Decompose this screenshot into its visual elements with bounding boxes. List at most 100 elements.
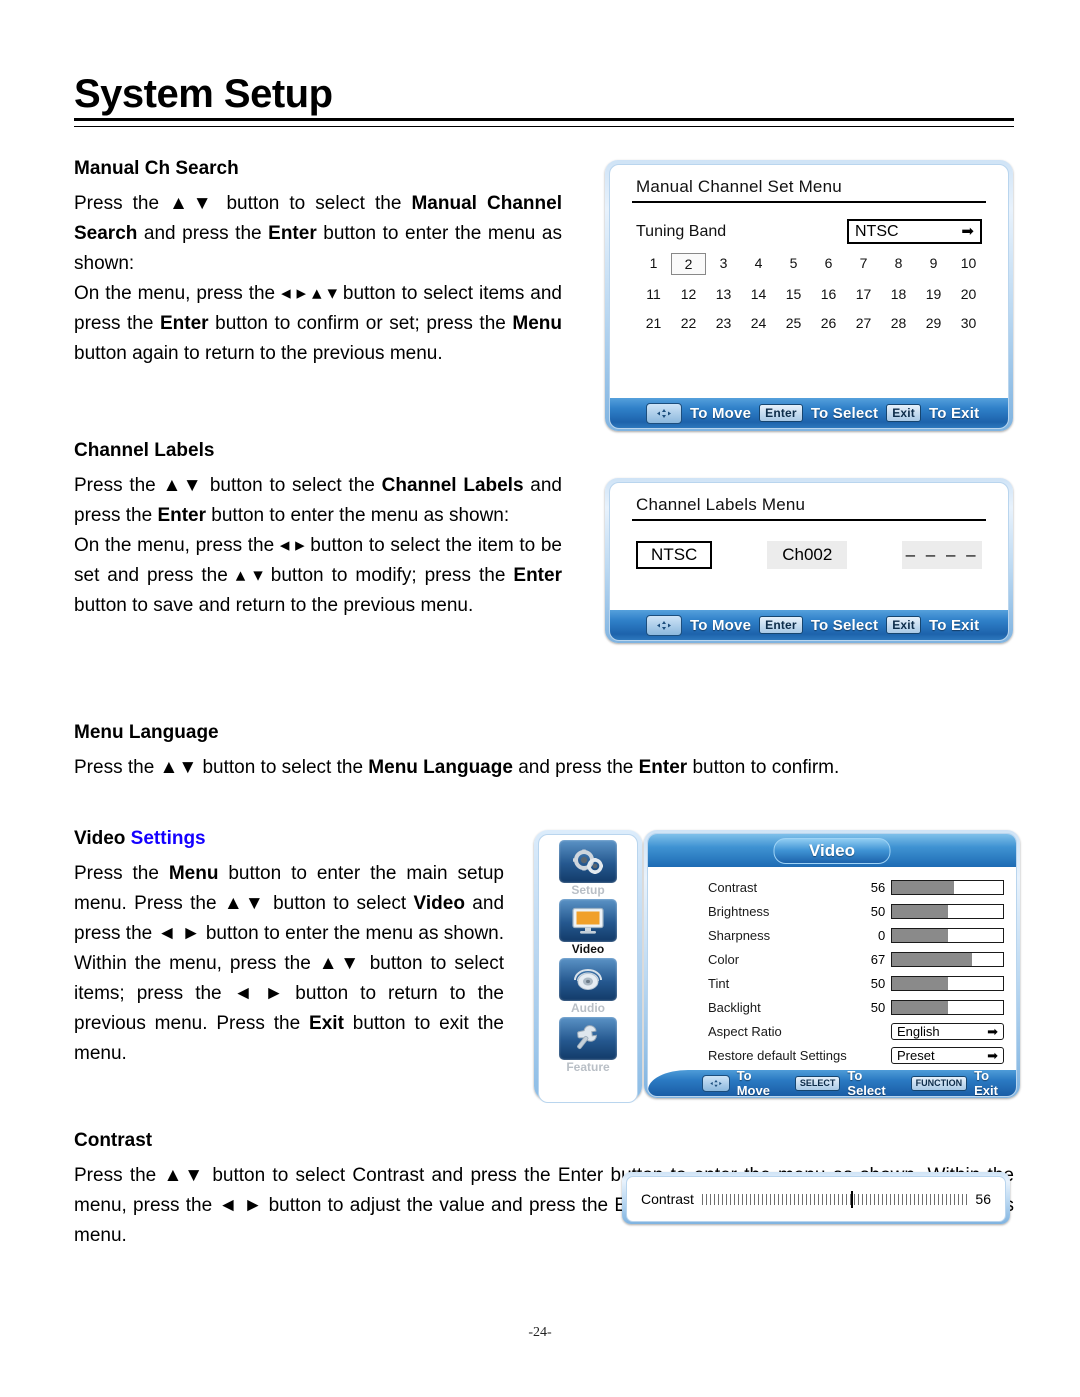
channel-cell[interactable]: 14 (741, 284, 776, 304)
setting-bar-fill (892, 904, 948, 918)
text-run: button to select (265, 893, 414, 914)
emphasis-run: Video (413, 893, 465, 914)
text-run: Press the (74, 863, 169, 884)
speaker-icon (559, 958, 617, 1001)
setting-select[interactable]: English ➡ (891, 1022, 1004, 1040)
channel-cell[interactable]: 19 (916, 284, 951, 304)
channel-cell[interactable]: 17 (846, 284, 881, 304)
text-run: button to select the (216, 193, 412, 214)
osd-sidebar-body: Setup Video Audio Feature (538, 834, 638, 1103)
dpad-icon (646, 614, 682, 636)
channel-field[interactable]: Ch002 (767, 541, 848, 569)
function-key-badge: FUNCTION (910, 1075, 968, 1091)
arrow-glyphs: ▲▼ (159, 757, 198, 778)
enter-key-badge: Enter (759, 404, 803, 422)
channel-cell[interactable]: 4 (741, 253, 776, 275)
category-item-feature[interactable]: Feature (557, 1017, 619, 1074)
video-settings-list[interactable]: Contrast 56 Brightness 50 Sharpness 0 Color 67 T… (648, 867, 1016, 1065)
setting-bar[interactable] (891, 975, 1004, 991)
setting-label: Aspect Ratio (708, 1023, 782, 1039)
channel-cell[interactable]: 12 (671, 284, 706, 304)
channel-cell[interactable]: 20 (951, 284, 986, 304)
setting-value: 50 (870, 975, 886, 991)
channel-cell[interactable]: 23 (706, 313, 741, 333)
channel-cell[interactable]: 22 (671, 313, 706, 333)
channel-cell[interactable]: 30 (951, 313, 986, 333)
setting-bar[interactable] (891, 951, 1004, 967)
channel-cell[interactable]: 2 (671, 253, 706, 275)
category-item-audio[interactable]: Audio (557, 958, 619, 1015)
category-label: Setup (571, 883, 605, 897)
channel-cell[interactable]: 15 (776, 284, 811, 304)
category-item-video[interactable]: Video (557, 899, 619, 956)
label-name-field[interactable]: – – – – (902, 541, 983, 569)
arrow-glyphs: ◄ ► (233, 983, 284, 1004)
video-setting-row[interactable]: Sharpness 0 (708, 925, 1004, 945)
channel-cell[interactable]: 25 (776, 313, 811, 333)
text-run: Press the (74, 475, 163, 496)
emphasis-run: Menu (512, 313, 562, 334)
arrow-glyphs: ▴ ▾ (235, 565, 263, 586)
channel-cell[interactable]: 10 (951, 253, 986, 275)
setting-label: Restore default Settings (708, 1047, 847, 1063)
channel-cell[interactable]: 21 (636, 313, 671, 333)
channel-cell[interactable]: 9 (916, 253, 951, 275)
channel-cell[interactable]: 6 (811, 253, 846, 275)
right-arrow-icon: ➡ (987, 1023, 998, 1039)
video-setting-row[interactable]: Contrast 56 (708, 877, 1004, 897)
video-setting-row[interactable]: Tint 50 (708, 973, 1004, 993)
category-item-setup[interactable]: Setup (557, 840, 619, 897)
channel-labels-row: NTSC Ch002 – – – – (636, 541, 983, 569)
channel-cell[interactable]: 8 (881, 253, 916, 275)
osd-video-category-sidebar: Setup Video Audio Feature (534, 830, 642, 1103)
osd-footer-hints: To Move Enter To Select Exit To Exit (610, 610, 1008, 640)
channel-cell[interactable]: 29 (916, 313, 951, 333)
setting-label: Backlight (708, 999, 761, 1015)
section-menu-language: Menu Language Press the ▲▼ button to sel… (74, 722, 1014, 783)
channel-cell[interactable]: 11 (636, 284, 671, 304)
slider-ticks (701, 1194, 968, 1205)
tuning-band-select[interactable]: NTSC ➡ (847, 219, 982, 244)
dpad-hint-label: To Move (690, 616, 752, 634)
video-select-row[interactable]: Aspect Ratio English ➡ (708, 1021, 1004, 1041)
section-heading: Video Settings (74, 828, 504, 850)
channel-cell[interactable]: 5 (776, 253, 811, 275)
emphasis-run: Enter (160, 313, 209, 334)
video-setting-row[interactable]: Backlight 50 (708, 997, 1004, 1017)
channel-cell[interactable]: 1 (636, 253, 671, 275)
video-setting-row[interactable]: Brightness 50 (708, 901, 1004, 921)
channel-cell[interactable]: 3 (706, 253, 741, 275)
setting-bar[interactable] (891, 903, 1004, 919)
dpad-hint-label: To Move (690, 404, 752, 422)
channel-number-grid[interactable]: 1 2 3 4 5 6 7 8 9 10 11 12 13 14 15 16 17 18 19 20 21 22 23 24 2… (636, 253, 986, 333)
osd-body: Contrast 56 (626, 1176, 1006, 1222)
channel-cell[interactable]: 27 (846, 313, 881, 333)
emphasis-run: Channel Labels (381, 475, 524, 496)
section-video-settings: Video Settings Press the Menu button to … (74, 828, 504, 1069)
text-run: button to save and return to the previou… (74, 595, 474, 616)
slider-knob[interactable] (850, 1191, 853, 1208)
channel-cell[interactable]: 24 (741, 313, 776, 333)
category-label: Feature (566, 1060, 610, 1074)
arrow-glyphs: ◄ ► (157, 923, 201, 944)
setting-bar[interactable] (891, 999, 1004, 1015)
setting-bar[interactable] (891, 879, 1004, 895)
band-field[interactable]: NTSC (636, 541, 713, 569)
arrow-glyphs: ▲▼ (163, 1165, 206, 1186)
video-select-row[interactable]: Restore default Settings Preset ➡ (708, 1045, 1004, 1065)
setting-select[interactable]: Preset ➡ (891, 1046, 1004, 1064)
channel-cell[interactable]: 7 (846, 253, 881, 275)
channel-cell[interactable]: 18 (881, 284, 916, 304)
video-setting-row[interactable]: Color 67 (708, 949, 1004, 969)
contrast-label: Contrast (641, 1191, 694, 1207)
channel-cell[interactable]: 28 (881, 313, 916, 333)
channel-cell[interactable]: 13 (706, 284, 741, 304)
contrast-slider-track[interactable] (701, 1190, 968, 1208)
setting-label: Sharpness (708, 927, 771, 943)
channel-cell[interactable]: 26 (811, 313, 846, 333)
section-heading: Manual Ch Search (74, 158, 239, 179)
category-icon-list[interactable]: Setup Video Audio Feature (539, 840, 637, 1074)
setting-bar[interactable] (891, 927, 1004, 943)
channel-cell[interactable]: 16 (811, 284, 846, 304)
section-body: Press the ▲▼ button to select the Menu L… (74, 753, 1014, 783)
